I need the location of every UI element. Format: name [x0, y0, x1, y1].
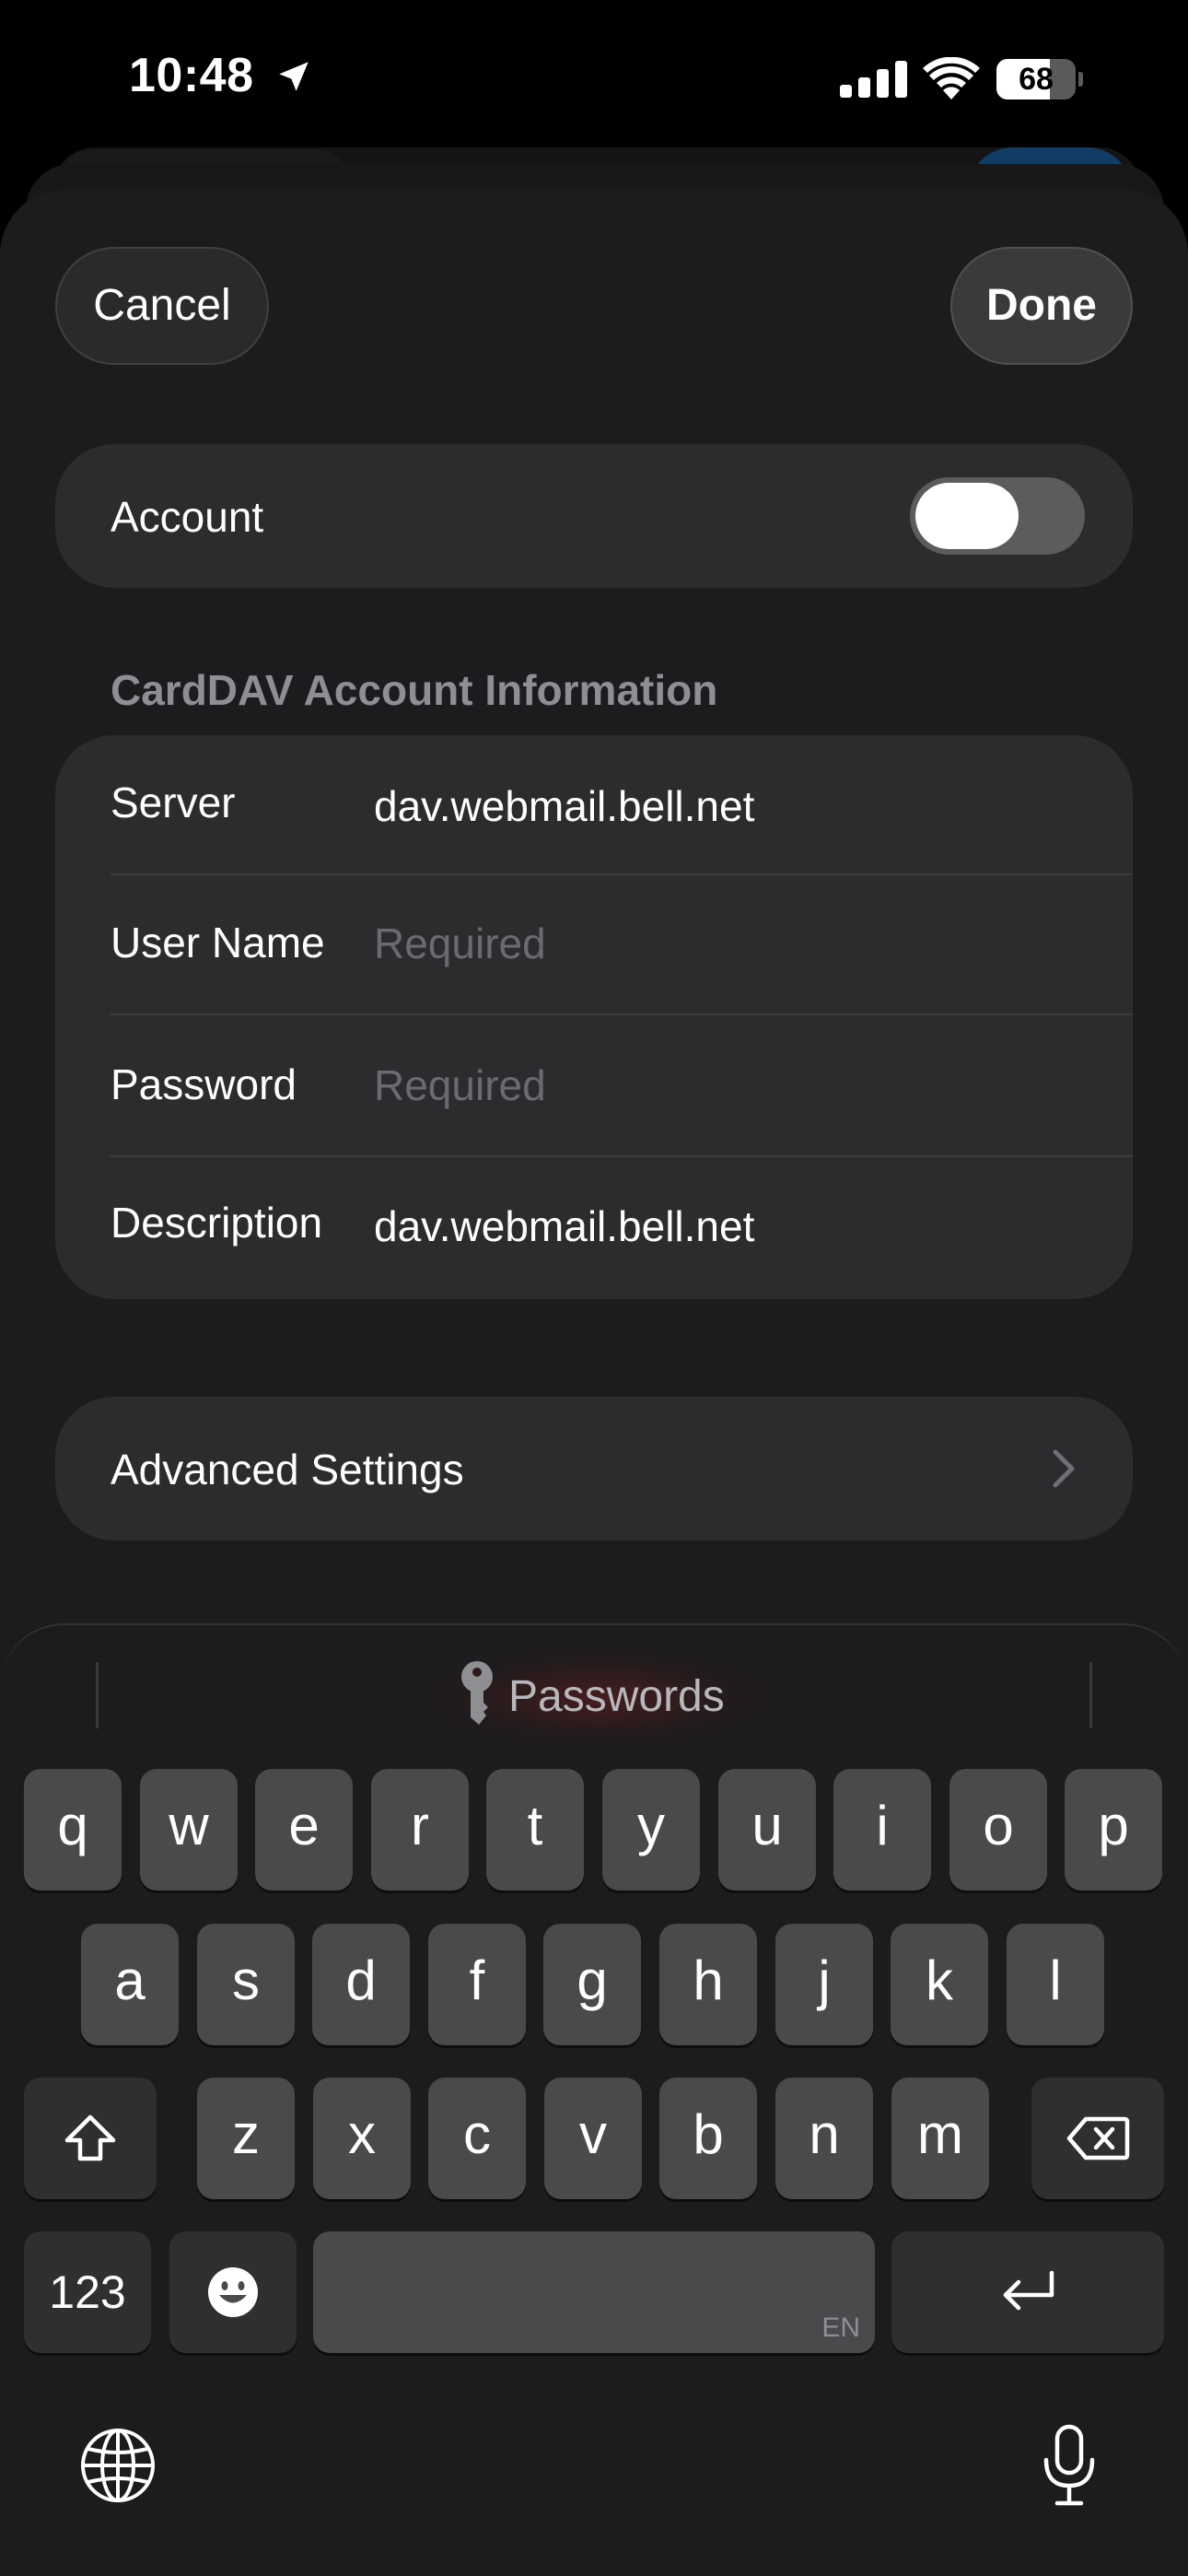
key-g[interactable]: g	[543, 1924, 641, 2045]
key-l[interactable]: l	[1007, 1924, 1104, 2045]
location-arrow-icon	[279, 62, 309, 91]
cellular-signal-icon	[840, 61, 907, 98]
key-j[interactable]: j	[775, 1924, 873, 2045]
key-m[interactable]: m	[891, 2078, 989, 2199]
wifi-icon	[923, 57, 980, 100]
screen: 10:48 68 Cancel Done Account CardDAV Acc…	[0, 0, 1188, 2576]
passwords-label: Passwords	[508, 1672, 725, 1721]
account-toggle[interactable]	[910, 477, 1085, 555]
battery-percent: 68	[1019, 62, 1054, 97]
key-a[interactable]: a	[81, 1924, 179, 2045]
advanced-settings-label: Advanced Settings	[111, 1446, 464, 1493]
server-value[interactable]: dav.webmail.bell.net	[374, 781, 754, 831]
key-v[interactable]: v	[544, 2078, 642, 2199]
key-b[interactable]: b	[659, 2078, 757, 2199]
description-row[interactable]: Description dav.webmail.bell.net	[55, 1155, 1133, 1295]
account-toggle-row: Account	[55, 444, 1133, 588]
return-key[interactable]	[891, 2231, 1164, 2353]
cancel-button[interactable]: Cancel	[55, 247, 269, 365]
status-bar: 10:48 68	[0, 0, 1188, 157]
server-row[interactable]: Server dav.webmail.bell.net	[55, 735, 1133, 875]
shift-key[interactable]	[24, 2078, 157, 2199]
space-key[interactable]: EN	[313, 2231, 875, 2353]
key-c[interactable]: c	[428, 2078, 526, 2199]
keyboard-language-label: EN	[821, 2313, 860, 2343]
key-f[interactable]: f	[428, 1924, 526, 2045]
user-name-label: User Name	[111, 919, 325, 966]
advanced-settings-row[interactable]: Advanced Settings	[55, 1397, 1133, 1540]
chevron-right-icon	[1053, 1449, 1075, 1488]
section-header: CardDAV Account Information	[111, 666, 718, 714]
password-field[interactable]	[374, 1056, 1074, 1115]
user-name-field[interactable]	[374, 914, 1074, 973]
account-info-group: Server dav.webmail.bell.net User Name Pa…	[55, 735, 1133, 1299]
microphone-icon[interactable]	[1041, 2423, 1098, 2508]
key-t[interactable]: t	[486, 1769, 584, 1891]
key-s[interactable]: s	[197, 1924, 295, 2045]
description-label: Description	[111, 1199, 323, 1247]
key-q[interactable]: q	[24, 1769, 122, 1891]
status-time: 10:48	[129, 49, 254, 102]
key-w[interactable]: w	[140, 1769, 238, 1891]
delete-backspace-icon	[1066, 2116, 1130, 2160]
user-name-row[interactable]: User Name	[55, 875, 1133, 1015]
password-label: Password	[111, 1060, 297, 1108]
suggestion-divider	[96, 1662, 99, 1728]
key-u[interactable]: u	[718, 1769, 816, 1891]
key-icon	[461, 1661, 493, 1725]
shift-icon	[64, 2114, 116, 2161]
key-e[interactable]: e	[255, 1769, 353, 1891]
suggestion-divider	[1089, 1662, 1092, 1728]
emoji-key[interactable]	[169, 2231, 297, 2353]
battery-indicator: 68	[996, 59, 1083, 100]
key-r[interactable]: r	[371, 1769, 469, 1891]
key-o[interactable]: o	[949, 1769, 1047, 1891]
key-z[interactable]: z	[197, 2078, 295, 2199]
key-i[interactable]: i	[833, 1769, 931, 1891]
key-p[interactable]: p	[1065, 1769, 1162, 1891]
account-label: Account	[111, 493, 264, 541]
key-n[interactable]: n	[775, 2078, 873, 2199]
description-value[interactable]: dav.webmail.bell.net	[374, 1201, 754, 1251]
numbers-key[interactable]: 123	[24, 2231, 151, 2353]
return-icon	[1003, 2270, 1054, 2311]
password-row[interactable]: Password	[55, 1017, 1133, 1157]
key-h[interactable]: h	[659, 1924, 757, 2045]
key-k[interactable]: k	[891, 1924, 988, 2045]
done-button[interactable]: Done	[950, 247, 1133, 365]
toggle-knob	[915, 483, 1019, 549]
passwords-suggestion[interactable]: Passwords	[424, 1647, 774, 1749]
divider	[111, 1013, 1133, 1015]
keyboard: Passwords qwertyuiop asdfghjkl zxcvbnm 123	[0, 1623, 1188, 2576]
key-d[interactable]: d	[312, 1924, 410, 2045]
server-label: Server	[111, 779, 236, 826]
delete-key[interactable]	[1031, 2078, 1164, 2199]
key-x[interactable]: x	[313, 2078, 411, 2199]
emoji-icon	[208, 2267, 258, 2317]
key-y[interactable]: y	[602, 1769, 700, 1891]
globe-icon[interactable]	[79, 2427, 157, 2504]
